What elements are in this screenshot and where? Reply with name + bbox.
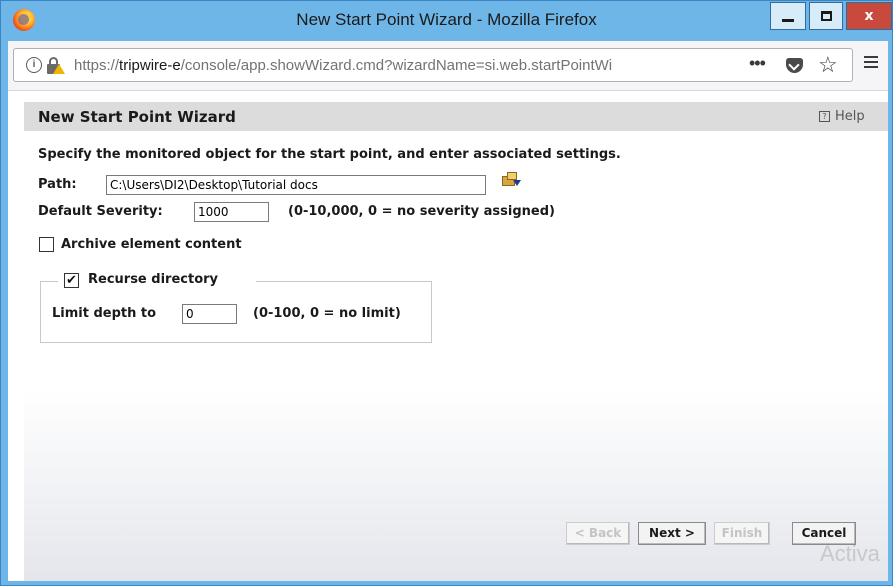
wizard-instruction: Specify the monitored object for the sta… [38, 147, 621, 162]
wizard-title: New Start Point Wizard [38, 108, 236, 126]
activation-watermark: Activa [820, 541, 880, 566]
hamburger-menu-icon[interactable] [864, 56, 878, 68]
severity-input[interactable] [194, 202, 269, 222]
browse-folder-icon[interactable] [500, 171, 522, 189]
depth-label: Limit depth to [52, 306, 157, 321]
title-bar[interactable]: New Start Point Wizard - Mozilla Firefox… [1, 1, 892, 41]
maximize-button[interactable] [809, 2, 843, 30]
page-actions-icon[interactable]: ••• [749, 53, 766, 74]
navigation-toolbar: i https://tripwire-e/console/app.showWiz… [8, 41, 888, 91]
close-button[interactable]: x [846, 2, 892, 30]
severity-label: Default Severity: [38, 204, 163, 219]
recurse-checkbox[interactable]: ✔ [64, 273, 79, 288]
help-icon: ? [819, 111, 830, 122]
minimize-button[interactable] [770, 2, 806, 30]
pocket-icon[interactable] [786, 58, 803, 73]
checkmark-icon: ✔ [66, 273, 77, 288]
help-link[interactable]: ? Help [819, 109, 865, 124]
url-prefix: https:// [74, 57, 120, 74]
site-info-icon[interactable]: i [26, 57, 42, 73]
back-button[interactable]: < Back [566, 522, 630, 545]
url-text[interactable]: https://tripwire-e/console/app.showWizar… [74, 57, 714, 74]
close-icon: x [864, 8, 874, 24]
archive-label: Archive element content [61, 237, 242, 252]
wizard-panel: New Start Point Wizard ? Help Specify the… [24, 91, 888, 581]
path-label: Path: [38, 177, 77, 192]
url-host: tripwire-e [119, 57, 181, 74]
wizard-header: New Start Point Wizard ? Help [24, 102, 888, 131]
recurse-label: Recurse directory [88, 272, 219, 287]
archive-checkbox[interactable] [39, 237, 54, 252]
depth-hint: (0-100, 0 = no limit) [253, 306, 401, 321]
finish-button[interactable]: Finish [714, 522, 770, 545]
next-button[interactable]: Next > [638, 522, 706, 545]
maximize-icon [820, 11, 832, 21]
window-title: New Start Point Wizard - Mozilla Firefox [296, 10, 597, 29]
minimize-icon [782, 18, 794, 22]
bookmark-star-icon[interactable]: ☆ [818, 52, 838, 78]
insecure-lock-icon[interactable] [46, 57, 65, 74]
severity-hint: (0-10,000, 0 = no severity assigned) [288, 204, 555, 219]
browser-window: New Start Point Wizard - Mozilla Firefox… [0, 0, 893, 586]
page-content: New Start Point Wizard ? Help Specify the… [8, 91, 888, 581]
address-bar[interactable]: i https://tripwire-e/console/app.showWiz… [13, 48, 853, 82]
help-label: Help [835, 109, 865, 124]
url-path: /console/app.showWizard.cmd?wizardName=s… [180, 57, 613, 74]
depth-input[interactable] [182, 304, 237, 324]
path-input[interactable] [106, 175, 486, 195]
